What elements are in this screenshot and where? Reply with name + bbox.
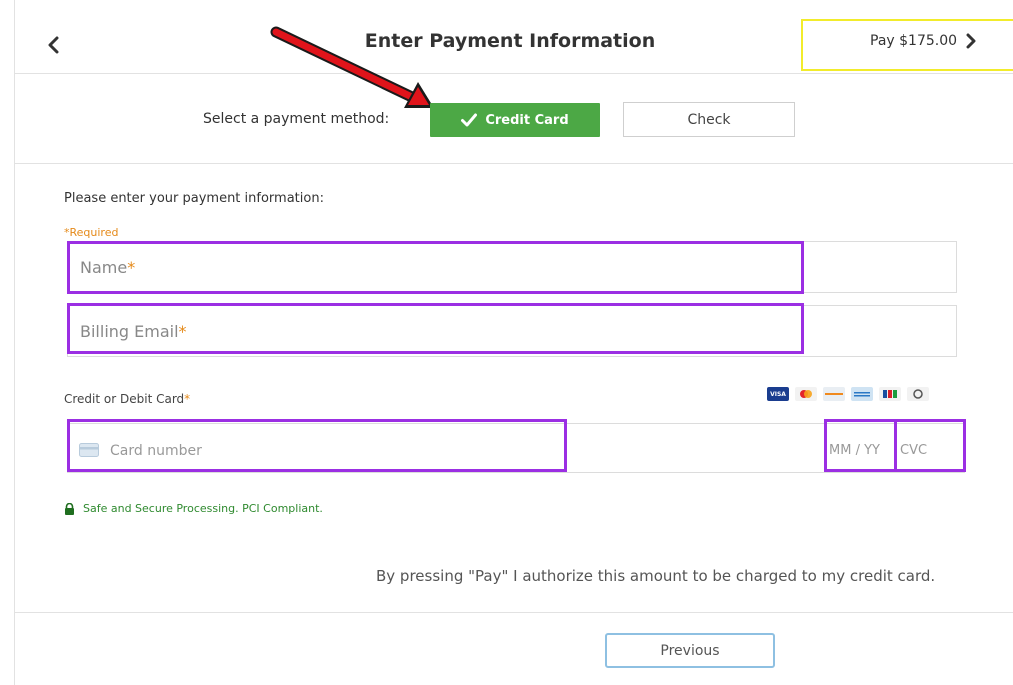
card-brand-icons: VISA bbox=[767, 387, 929, 401]
check-option-button[interactable]: Check bbox=[623, 102, 795, 137]
checkmark-icon bbox=[461, 113, 478, 127]
chevron-left-icon bbox=[48, 36, 59, 54]
highlight-box-pay bbox=[801, 19, 1013, 71]
highlight-box-expiry bbox=[824, 419, 897, 472]
discover-icon bbox=[823, 387, 845, 401]
secure-processing-text: Safe and Secure Processing. PCI Complian… bbox=[83, 502, 323, 515]
jcb-icon bbox=[879, 387, 901, 401]
lock-icon bbox=[65, 502, 74, 515]
mastercard-icon bbox=[795, 387, 817, 401]
highlight-box-name bbox=[67, 241, 804, 294]
frame-left-border bbox=[14, 0, 15, 685]
annotation-arrow-icon bbox=[270, 26, 434, 108]
footer-divider bbox=[14, 612, 1013, 613]
method-divider bbox=[14, 163, 1013, 164]
credit-card-option-button[interactable]: Credit Card bbox=[430, 103, 600, 137]
diners-icon bbox=[907, 387, 929, 401]
back-button[interactable] bbox=[36, 28, 70, 62]
highlight-box-card-number bbox=[67, 419, 567, 472]
card-section-label: Credit or Debit Card* bbox=[64, 392, 191, 406]
secure-processing-note: Safe and Secure Processing. PCI Complian… bbox=[64, 502, 323, 515]
amex-icon bbox=[851, 387, 873, 401]
highlight-box-cvc bbox=[894, 419, 966, 472]
header-divider bbox=[14, 73, 1013, 74]
required-note: *Required bbox=[64, 226, 119, 239]
highlight-box-email bbox=[67, 303, 804, 354]
authorization-text: By pressing "Pay" I authorize this amoun… bbox=[376, 567, 936, 585]
form-heading: Please enter your payment information: bbox=[64, 191, 324, 206]
visa-icon: VISA bbox=[767, 387, 789, 401]
payment-method-label: Select a payment method: bbox=[203, 111, 390, 127]
credit-card-option-label: Credit Card bbox=[485, 112, 569, 128]
previous-button[interactable]: Previous bbox=[605, 633, 775, 668]
